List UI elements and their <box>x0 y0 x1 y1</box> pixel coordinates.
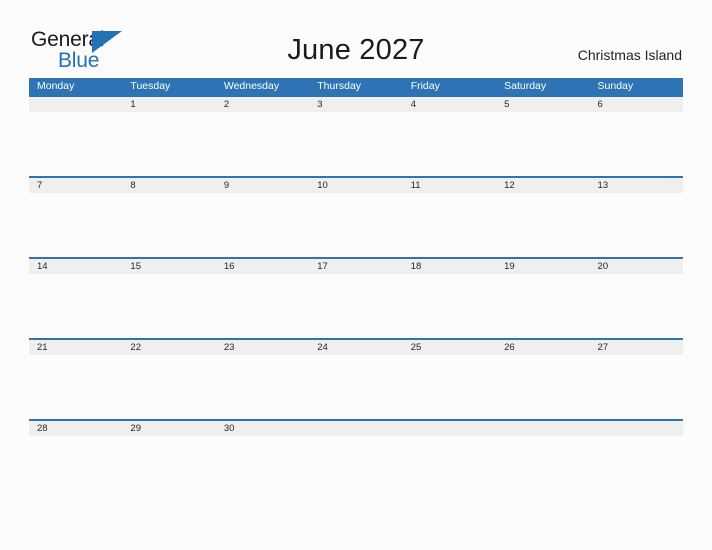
day-cell-date[interactable]: 26 <box>496 340 589 355</box>
day-cell-date[interactable]: 8 <box>122 178 215 193</box>
calendar-week-row: 1 2 3 4 5 6 <box>29 95 683 176</box>
calendar-week-row: 14 15 16 17 18 19 20 <box>29 257 683 338</box>
page-header: General Blue June 2027 Christmas Island <box>0 0 712 78</box>
week-note-area[interactable] <box>29 436 683 500</box>
day-cell-date[interactable]: 10 <box>309 178 402 193</box>
day-cell-date[interactable]: 30 <box>216 421 309 436</box>
weekday-header-friday: Friday <box>402 78 497 95</box>
day-cell-date[interactable]: 4 <box>403 97 496 112</box>
calendar-week-row: 21 22 23 24 25 26 27 <box>29 338 683 419</box>
weekday-header-monday: Monday <box>29 78 123 95</box>
day-cell-date[interactable]: 23 <box>216 340 309 355</box>
week-note-area[interactable] <box>29 274 683 338</box>
day-cell-date[interactable]: 22 <box>122 340 215 355</box>
day-cell-date[interactable]: 13 <box>590 178 683 193</box>
week-date-band: 28 29 30 <box>29 419 683 436</box>
day-cell-date[interactable]: 14 <box>29 259 122 274</box>
day-cell-date[interactable]: 18 <box>403 259 496 274</box>
weekday-header-wednesday: Wednesday <box>215 78 310 95</box>
day-cell-date[interactable]: 24 <box>309 340 402 355</box>
day-cell-date[interactable] <box>590 421 683 436</box>
weekday-header-row: Monday Tuesday Wednesday Thursday Friday… <box>29 78 683 95</box>
day-cell-date[interactable]: 20 <box>590 259 683 274</box>
weekday-header-tuesday: Tuesday <box>122 78 216 95</box>
day-cell-date[interactable] <box>309 421 402 436</box>
day-cell-date[interactable]: 3 <box>309 97 402 112</box>
day-cell-date[interactable]: 16 <box>216 259 309 274</box>
day-cell-date[interactable]: 7 <box>29 178 122 193</box>
day-cell-date[interactable]: 1 <box>122 97 215 112</box>
week-date-band: 1 2 3 4 5 6 <box>29 95 683 112</box>
day-cell-date[interactable] <box>403 421 496 436</box>
week-date-band: 7 8 9 10 11 12 13 <box>29 176 683 193</box>
week-date-band: 21 22 23 24 25 26 27 <box>29 338 683 355</box>
day-cell-date[interactable]: 15 <box>122 259 215 274</box>
week-note-area[interactable] <box>29 193 683 257</box>
day-cell-date[interactable]: 11 <box>403 178 496 193</box>
calendar-page: General Blue June 2027 Christmas Island … <box>0 0 712 550</box>
day-cell-date[interactable]: 17 <box>309 259 402 274</box>
week-note-area[interactable] <box>29 355 683 419</box>
weekday-header-thursday: Thursday <box>309 78 403 95</box>
day-cell-date[interactable]: 21 <box>29 340 122 355</box>
day-cell-date[interactable]: 28 <box>29 421 122 436</box>
day-cell-date[interactable]: 12 <box>496 178 589 193</box>
weekday-header-sunday: Sunday <box>589 78 683 95</box>
day-cell-date[interactable] <box>29 97 122 112</box>
calendar-week-row: 28 29 30 <box>29 419 683 500</box>
day-cell-date[interactable]: 2 <box>216 97 309 112</box>
day-cell-date[interactable]: 27 <box>590 340 683 355</box>
calendar-week-row: 7 8 9 10 11 12 13 <box>29 176 683 257</box>
day-cell-date[interactable]: 25 <box>403 340 496 355</box>
day-cell-date[interactable]: 9 <box>216 178 309 193</box>
week-date-band: 14 15 16 17 18 19 20 <box>29 257 683 274</box>
week-note-area[interactable] <box>29 112 683 176</box>
day-cell-date[interactable]: 6 <box>590 97 683 112</box>
day-cell-date[interactable]: 5 <box>496 97 589 112</box>
weekday-header-saturday: Saturday <box>496 78 590 95</box>
day-cell-date[interactable]: 29 <box>122 421 215 436</box>
day-cell-date[interactable] <box>496 421 589 436</box>
calendar-grid: Monday Tuesday Wednesday Thursday Friday… <box>29 78 683 500</box>
day-cell-date[interactable]: 19 <box>496 259 589 274</box>
location-label: Christmas Island <box>577 47 682 63</box>
